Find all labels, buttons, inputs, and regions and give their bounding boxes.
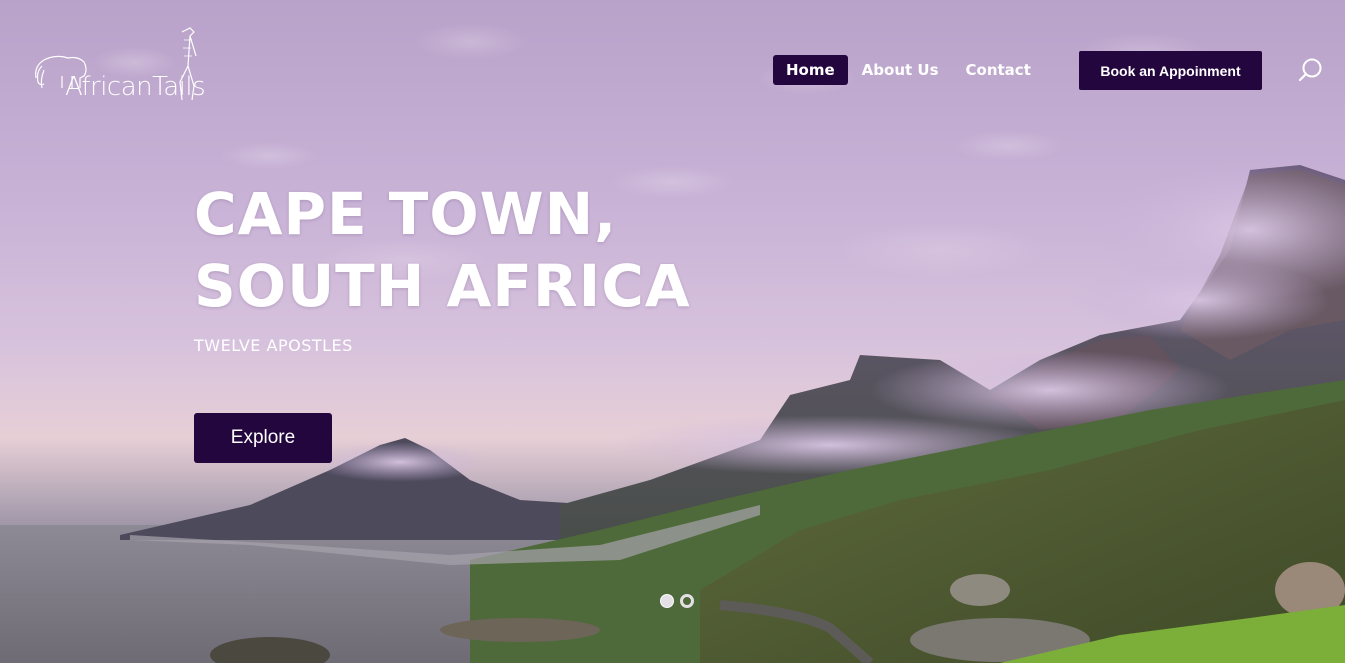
logo-text: AfricanTails — [65, 72, 206, 102]
peak-cloud — [310, 442, 490, 482]
slider-dot-1[interactable] — [660, 594, 674, 608]
hero-title-line-1: CAPE TOWN, — [194, 180, 618, 248]
nav-item-about-us[interactable]: About Us — [849, 55, 952, 85]
slider-dot-2[interactable] — [680, 594, 694, 608]
slider-pagination — [660, 594, 694, 608]
main-nav: Home About Us Contact — [773, 55, 1045, 85]
brand-logo[interactable]: AfricanTails — [32, 26, 207, 104]
book-appointment-button[interactable]: Book an Appoinment — [1079, 51, 1262, 90]
hero-section: AfricanTails Home About Us Contact Book … — [0, 0, 1345, 663]
hero-title: CAPE TOWN, SOUTH AFRICA — [194, 178, 691, 322]
nav-item-home[interactable]: Home — [773, 55, 848, 85]
hero-subtitle: TWELVE APOSTLES — [194, 336, 353, 355]
explore-button[interactable]: Explore — [194, 413, 332, 463]
nav-item-contact[interactable]: Contact — [953, 55, 1044, 85]
search-icon[interactable] — [1296, 56, 1324, 84]
hero-title-line-2: SOUTH AFRICA — [194, 252, 691, 320]
